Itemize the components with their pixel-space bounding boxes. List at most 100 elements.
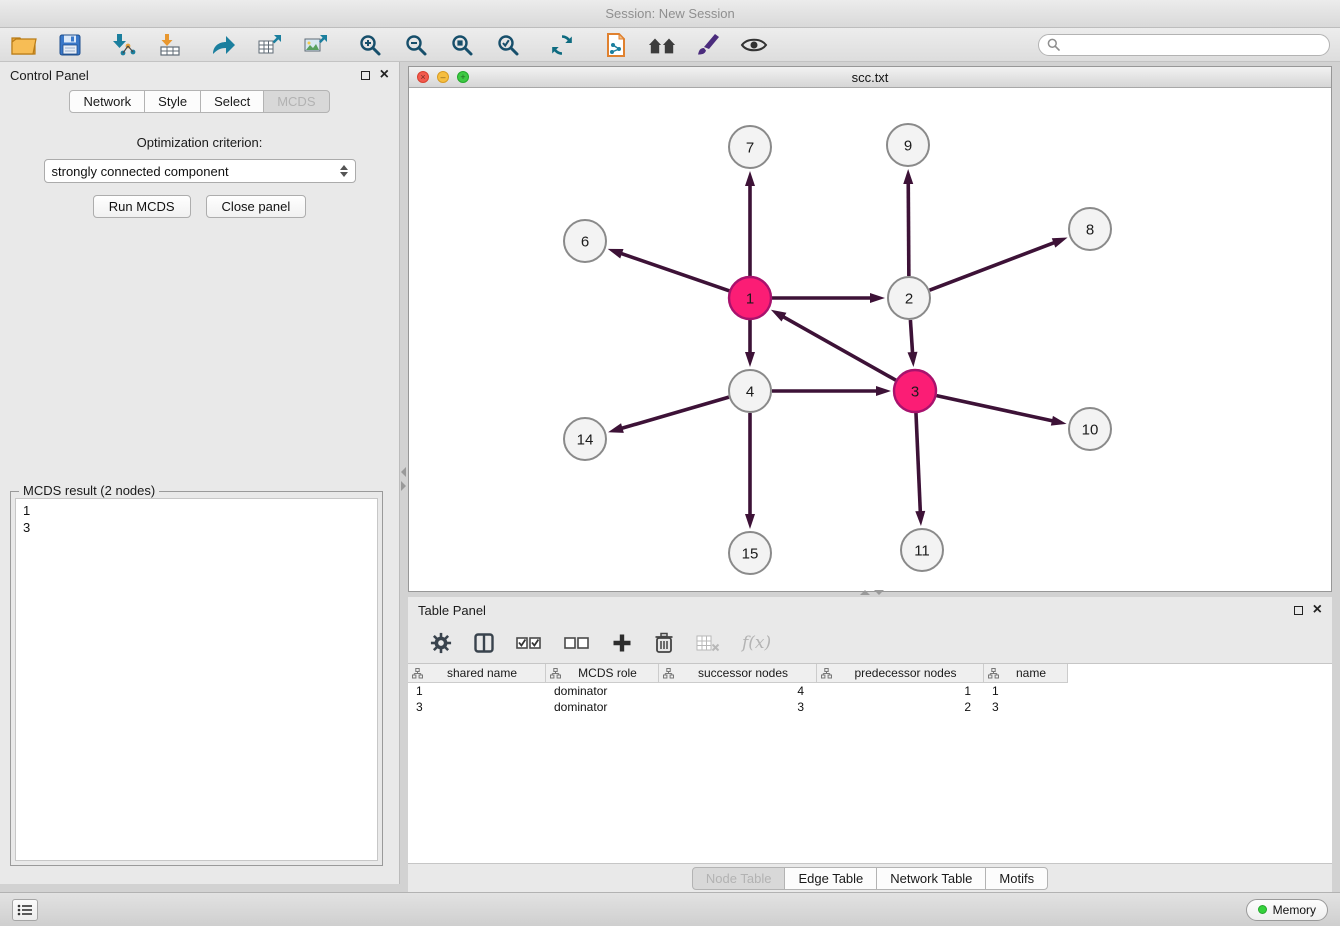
graph-edge-arrowhead xyxy=(745,171,755,186)
graph-node-label: 3 xyxy=(911,384,919,401)
graph-node-label: 7 xyxy=(746,140,754,157)
column-header-label: successor nodes xyxy=(676,666,816,680)
graph-edge-4-14[interactable] xyxy=(621,397,729,429)
cell-predecessor-nodes[interactable]: 1 xyxy=(817,683,984,699)
export-image-icon[interactable] xyxy=(302,32,330,58)
cell-name[interactable]: 3 xyxy=(984,699,1068,715)
zoom-fit-icon[interactable] xyxy=(448,32,476,58)
column-type-icon xyxy=(550,668,561,679)
horizontal-splitter[interactable] xyxy=(408,592,1332,597)
mcds-result-title: MCDS result (2 nodes) xyxy=(19,483,159,498)
cell-successor-nodes[interactable]: 3 xyxy=(659,699,817,715)
splitter-collapse-icon[interactable] xyxy=(860,590,884,595)
network-canvas[interactable]: 7968124314101511 xyxy=(409,88,1331,591)
open-session-icon[interactable] xyxy=(10,32,38,58)
float-panel-icon[interactable] xyxy=(1294,606,1303,615)
deselect-all-rows-icon[interactable] xyxy=(564,634,590,652)
delete-column-trash-icon[interactable] xyxy=(654,632,674,654)
graph-edge-3-1[interactable] xyxy=(782,316,896,380)
tab-network-table[interactable]: Network Table xyxy=(876,867,986,890)
list-icon xyxy=(17,904,33,916)
select-arrows-icon xyxy=(340,165,348,177)
column-header-label: shared name xyxy=(425,666,545,680)
graph-edge-3-10[interactable] xyxy=(936,396,1053,421)
mcds-result-groupbox: MCDS result (2 nodes) 13 xyxy=(10,491,383,866)
float-panel-icon[interactable] xyxy=(361,71,370,80)
graph-edge-arrowhead xyxy=(915,511,925,526)
memory-label: Memory xyxy=(1273,903,1316,917)
graph-edge-2-8[interactable] xyxy=(930,242,1056,290)
task-history-button[interactable] xyxy=(12,899,38,921)
apply-style-icon[interactable] xyxy=(694,32,722,58)
export-network-icon[interactable] xyxy=(210,32,238,58)
run-mcds-button[interactable]: Run MCDS xyxy=(93,195,191,218)
import-network-icon[interactable] xyxy=(110,32,138,58)
graph-edge-1-6[interactable] xyxy=(620,253,729,291)
refresh-icon[interactable] xyxy=(548,32,576,58)
zoom-out-icon[interactable] xyxy=(402,32,430,58)
mcds-result-list[interactable]: 13 xyxy=(15,498,378,861)
network-graph[interactable]: 7968124314101511 xyxy=(409,88,1331,591)
table-row[interactable]: 1dominator411 xyxy=(408,683,1332,699)
show-hide-icon[interactable] xyxy=(740,32,768,58)
memory-button[interactable]: Memory xyxy=(1246,899,1328,921)
tab-edge-table[interactable]: Edge Table xyxy=(784,867,877,890)
tab-select[interactable]: Select xyxy=(200,90,264,113)
column-header-name[interactable]: name xyxy=(984,664,1068,683)
right-area: × – + scc.txt 7968124314101511 Table Pan… xyxy=(408,62,1332,892)
column-header-mcds-role[interactable]: MCDS role xyxy=(546,664,659,683)
cell-mcds-role[interactable]: dominator xyxy=(546,683,659,699)
graph-edge-3-11[interactable] xyxy=(916,413,920,513)
zoom-in-icon[interactable] xyxy=(356,32,384,58)
import-table-icon[interactable] xyxy=(156,32,184,58)
tab-mcds[interactable]: MCDS xyxy=(263,90,329,113)
show-columns-icon[interactable] xyxy=(474,633,494,653)
close-panel-icon[interactable]: × xyxy=(380,67,389,83)
column-header-predecessor-nodes[interactable]: predecessor nodes xyxy=(817,664,984,683)
copy-view-icon[interactable] xyxy=(602,32,630,58)
cell-shared-name[interactable]: 1 xyxy=(408,683,546,699)
cell-shared-name[interactable]: 3 xyxy=(408,699,546,715)
workspace: Control Panel × NetworkStyleSelectMCDS O… xyxy=(0,62,1340,892)
control-panel-tabs: NetworkStyleSelectMCDS xyxy=(0,90,399,113)
vertical-splitter[interactable] xyxy=(400,62,408,892)
minimize-window-icon[interactable]: – xyxy=(437,71,449,83)
graph-edge-2-9[interactable] xyxy=(908,182,909,276)
column-header-shared-name[interactable]: shared name xyxy=(408,664,546,683)
splitter-collapse-icon[interactable] xyxy=(401,467,406,491)
cell-mcds-role[interactable]: dominator xyxy=(546,699,659,715)
close-panel-icon[interactable]: × xyxy=(1313,602,1322,618)
zoom-selected-icon[interactable] xyxy=(494,32,522,58)
table-row[interactable]: 3dominator323 xyxy=(408,699,1332,715)
search-input[interactable] xyxy=(1065,38,1321,52)
graph-edge-2-3[interactable] xyxy=(910,320,912,354)
tab-style[interactable]: Style xyxy=(144,90,201,113)
main-toolbar xyxy=(0,28,1340,62)
tab-network[interactable]: Network xyxy=(69,90,145,113)
graph-edge-arrowhead xyxy=(608,423,624,433)
cell-predecessor-nodes[interactable]: 2 xyxy=(817,699,984,715)
cell-name[interactable]: 1 xyxy=(984,683,1068,699)
table-toolbar: f(x) xyxy=(408,623,1332,663)
column-header-successor-nodes[interactable]: successor nodes xyxy=(659,664,817,683)
graph-node-label: 6 xyxy=(581,234,589,251)
graph-edge-arrowhead xyxy=(876,386,891,396)
close-window-icon[interactable]: × xyxy=(417,71,429,83)
table-settings-gear-icon[interactable] xyxy=(430,632,452,654)
cell-successor-nodes[interactable]: 4 xyxy=(659,683,817,699)
window-controls: × – + xyxy=(417,71,469,83)
status-bar: Memory xyxy=(0,892,1340,926)
save-session-icon[interactable] xyxy=(56,32,84,58)
zoom-window-icon[interactable]: + xyxy=(457,71,469,83)
home-view-icon[interactable] xyxy=(648,32,676,58)
select-all-rows-icon[interactable] xyxy=(516,634,542,652)
tab-node-table[interactable]: Node Table xyxy=(692,867,786,890)
optimization-criterion-select[interactable]: strongly connected component xyxy=(44,159,356,183)
column-header-label: name xyxy=(1001,666,1067,680)
export-table-icon[interactable] xyxy=(256,32,284,58)
column-type-icon xyxy=(988,668,999,679)
tab-motifs[interactable]: Motifs xyxy=(985,867,1048,890)
close-panel-button[interactable]: Close panel xyxy=(206,195,307,218)
create-column-plus-icon[interactable] xyxy=(612,633,632,653)
search-field[interactable] xyxy=(1038,34,1330,56)
